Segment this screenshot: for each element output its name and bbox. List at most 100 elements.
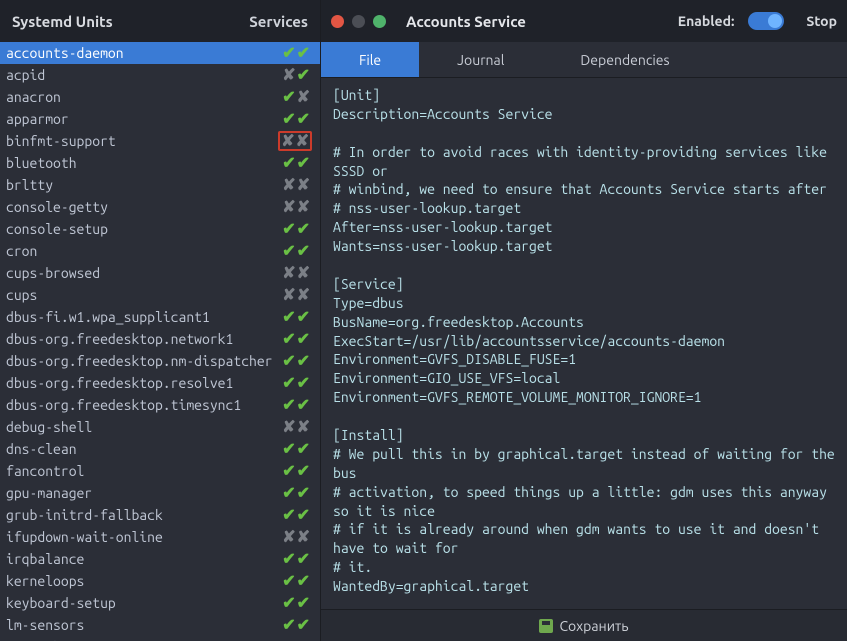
- unit-row-anacron[interactable]: anacron✔✘: [0, 86, 320, 108]
- minimize-icon[interactable]: [352, 15, 365, 28]
- check-icon: ✔: [297, 67, 310, 83]
- unit-name: grub-initrd-fallback: [6, 507, 280, 523]
- enabled-toggle[interactable]: [748, 12, 784, 30]
- unit-row-lm-sensors[interactable]: lm-sensors✔✔: [0, 614, 320, 636]
- check-icon: ✔: [282, 463, 295, 479]
- unit-row-acpid[interactable]: acpid✘✔: [0, 64, 320, 86]
- cross-icon: ✘: [297, 177, 310, 193]
- check-icon: ✔: [297, 375, 310, 391]
- cross-icon: ✘: [282, 199, 295, 215]
- unit-row-irqbalance[interactable]: irqbalance✔✔: [0, 548, 320, 570]
- unit-row-fancontrol[interactable]: fancontrol✔✔: [0, 460, 320, 482]
- check-icon: ✔: [297, 485, 310, 501]
- check-icon: ✔: [297, 243, 310, 259]
- tabs: FileJournalDependencies: [321, 42, 847, 78]
- unit-row-dbus-org.freedesktop.resolve1[interactable]: dbus-org.freedesktop.resolve1✔✔: [0, 372, 320, 394]
- unit-row-gpu-manager[interactable]: gpu-manager✔✔: [0, 482, 320, 504]
- check-icon: ✔: [282, 111, 295, 127]
- right-panel: Accounts Service Enabled: Stop FileJourn…: [320, 0, 847, 641]
- unit-row-dbus-org.freedesktop.network1[interactable]: dbus-org.freedesktop.network1✔✔: [0, 328, 320, 350]
- cross-icon: ✘: [282, 419, 295, 435]
- unit-row-bluetooth[interactable]: bluetooth✔✔: [0, 152, 320, 174]
- check-icon: ✔: [282, 485, 295, 501]
- unit-status: ✔✔: [280, 111, 312, 127]
- stop-button[interactable]: Stop: [806, 13, 837, 29]
- unit-row-kerneloops[interactable]: kerneloops✔✔: [0, 570, 320, 592]
- unit-status: ✔✔: [280, 485, 312, 501]
- tab-journal[interactable]: Journal: [419, 42, 542, 77]
- unit-row-dns-clean[interactable]: dns-clean✔✔: [0, 438, 320, 460]
- unit-row-console-getty[interactable]: console-getty✘✘: [0, 196, 320, 218]
- unit-row-dbus-fi.w1.wpa_supplicant1[interactable]: dbus-fi.w1.wpa_supplicant1✔✔: [0, 306, 320, 328]
- tab-file[interactable]: File: [321, 42, 419, 77]
- unit-name: keyboard-setup: [6, 595, 280, 611]
- unit-row-cron[interactable]: cron✔✔: [0, 240, 320, 262]
- check-icon: ✔: [282, 309, 295, 325]
- enabled-label: Enabled:: [678, 13, 735, 29]
- unit-status: ✔✔: [280, 309, 312, 325]
- check-icon: ✔: [297, 463, 310, 479]
- check-icon: ✔: [297, 397, 310, 413]
- unit-row-accounts-daemon[interactable]: accounts-daemon✔✔: [0, 42, 320, 64]
- unit-status: ✔✔: [280, 507, 312, 523]
- unit-status: ✘✘: [278, 131, 312, 151]
- unit-name: console-getty: [6, 199, 280, 215]
- unit-row-brltty[interactable]: brltty✘✘: [0, 174, 320, 196]
- unit-row-keyboard-setup[interactable]: keyboard-setup✔✔: [0, 592, 320, 614]
- file-content[interactable]: [Unit] Description=Accounts Service # In…: [321, 78, 847, 609]
- close-icon[interactable]: [331, 15, 344, 28]
- unit-row-apparmor[interactable]: apparmor✔✔: [0, 108, 320, 130]
- unit-name: kerneloops: [6, 573, 280, 589]
- check-icon: ✔: [297, 595, 310, 611]
- unit-name: debug-shell: [6, 419, 280, 435]
- unit-name: accounts-daemon: [6, 45, 280, 61]
- maximize-icon[interactable]: [373, 15, 386, 28]
- check-icon: ✔: [282, 331, 295, 347]
- check-icon: ✔: [282, 397, 295, 413]
- unit-name: acpid: [6, 67, 280, 83]
- check-icon: ✔: [297, 45, 310, 61]
- unit-status: ✘✘: [280, 177, 312, 193]
- unit-row-console-setup[interactable]: console-setup✔✔: [0, 218, 320, 240]
- check-icon: ✔: [297, 507, 310, 523]
- unit-name: gpu-manager: [6, 485, 280, 501]
- check-icon: ✔: [297, 551, 310, 567]
- filter-services-label[interactable]: Services: [249, 13, 308, 30]
- cross-icon: ✘: [297, 529, 310, 545]
- unit-name: dbus-fi.w1.wpa_supplicant1: [6, 309, 280, 325]
- unit-name: brltty: [6, 177, 280, 193]
- unit-name: anacron: [6, 89, 280, 105]
- cross-icon: ✘: [297, 265, 310, 281]
- unit-name: binfmt-support: [6, 133, 278, 149]
- unit-name: apparmor: [6, 111, 280, 127]
- unit-row-ifupdown-wait-online[interactable]: ifupdown-wait-online✘✘: [0, 526, 320, 548]
- unit-row-network-manager[interactable]: network-manager✔✔: [0, 636, 320, 641]
- check-icon: ✔: [297, 155, 310, 171]
- unit-name: cups-browsed: [6, 265, 280, 281]
- window-controls: [331, 15, 386, 28]
- cross-icon: ✘: [297, 199, 310, 215]
- check-icon: ✔: [282, 155, 295, 171]
- unit-row-dbus-org.freedesktop.nm-dispatcher[interactable]: dbus-org.freedesktop.nm-dispatcher✔✔: [0, 350, 320, 372]
- cross-icon: ✘: [282, 287, 295, 303]
- unit-row-dbus-org.freedesktop.timesync1[interactable]: dbus-org.freedesktop.timesync1✔✔: [0, 394, 320, 416]
- cross-icon: ✘: [297, 287, 310, 303]
- check-icon: ✔: [282, 89, 295, 105]
- unit-row-debug-shell[interactable]: debug-shell✘✘: [0, 416, 320, 438]
- unit-name: dbus-org.freedesktop.nm-dispatcher: [6, 353, 280, 369]
- unit-status: ✔✔: [280, 155, 312, 171]
- tab-dependencies[interactable]: Dependencies: [542, 42, 707, 77]
- unit-row-cups-browsed[interactable]: cups-browsed✘✘: [0, 262, 320, 284]
- save-button[interactable]: Сохранить: [321, 609, 847, 641]
- unit-list[interactable]: accounts-daemon✔✔acpid✘✔anacron✔✘apparmo…: [0, 42, 320, 641]
- check-icon: ✔: [297, 221, 310, 237]
- unit-row-binfmt-support[interactable]: binfmt-support✘✘: [0, 130, 320, 152]
- unit-status: ✔✔: [280, 397, 312, 413]
- check-icon: ✔: [282, 221, 295, 237]
- check-icon: ✔: [282, 617, 295, 633]
- check-icon: ✔: [297, 309, 310, 325]
- unit-row-cups[interactable]: cups✘✘: [0, 284, 320, 306]
- unit-row-grub-initrd-fallback[interactable]: grub-initrd-fallback✔✔: [0, 504, 320, 526]
- check-icon: ✔: [282, 441, 295, 457]
- check-icon: ✔: [282, 243, 295, 259]
